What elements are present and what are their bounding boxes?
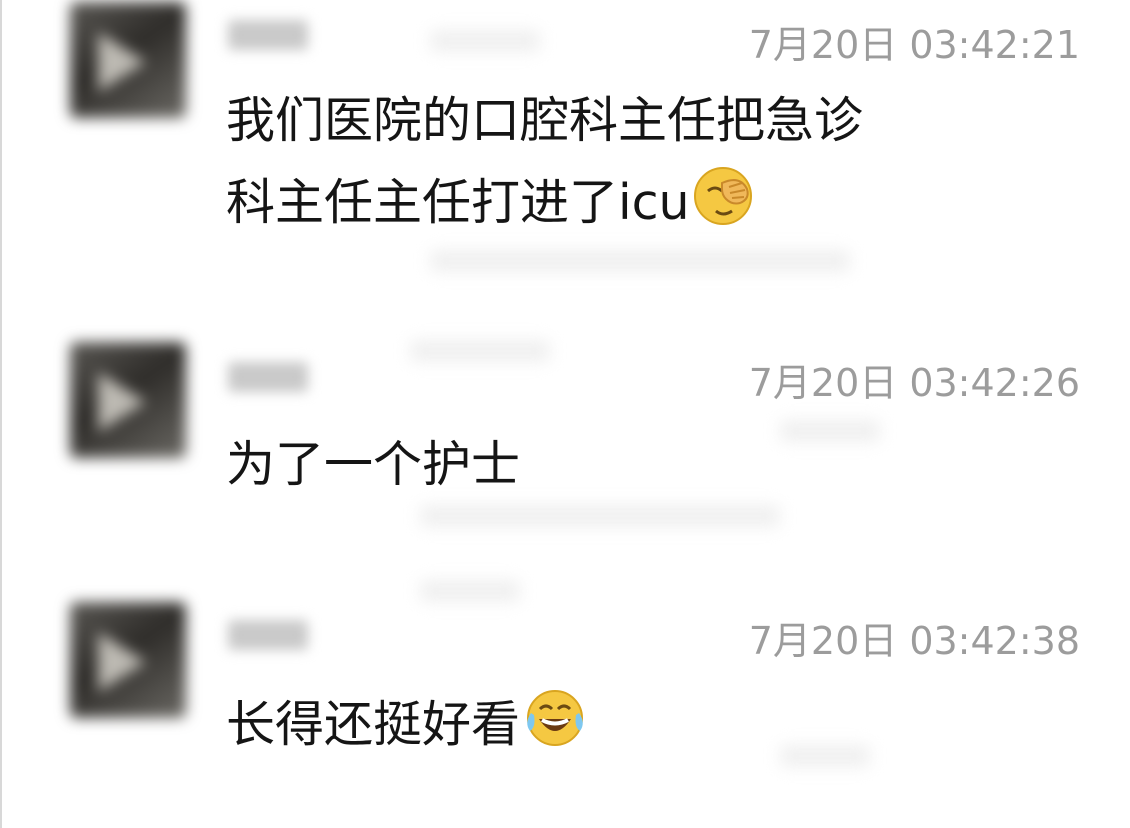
avatar[interactable] [70,342,186,458]
message-text: 为了一个护士 [226,424,1066,506]
left-border [0,0,2,828]
message-line: 我们医院的口腔科主任把急诊 [226,92,864,149]
message-line: 科主任主任打进了icu [226,162,1066,252]
message-timestamp: 7月20日 03:42:38 [748,619,1080,663]
avatar-image-shape [98,32,146,92]
message-text: 我们医院的口腔科主任把急诊 科主任主任打进了icu [226,80,1066,252]
chat-screen: 7月20日 03:42:21 我们医院的口腔科主任把急诊 科主任主任打进了icu… [0,0,1130,828]
blurred-artifact [410,340,550,362]
message-timestamp: 7月20日 03:42:21 [748,23,1080,67]
sender-name-blurred [228,20,308,50]
blurred-artifact [420,580,520,602]
avatar[interactable] [70,2,186,118]
message-line: 长得还挺好看 [226,684,1066,774]
sender-name-blurred [228,620,308,650]
blurred-artifact [430,30,540,52]
avatar-image-shape [98,372,146,432]
sender-name-blurred [228,362,308,392]
blurred-artifact [430,250,850,272]
avatar[interactable] [70,602,186,718]
message-line-text: 科主任主任打进了icu [226,174,690,231]
message-text: 长得还挺好看 [226,684,1066,774]
blurred-artifact [420,505,780,527]
message-line: 为了一个护士 [226,436,521,493]
message-timestamp: 7月20日 03:42:26 [748,361,1080,405]
message-line-text: 长得还挺好看 [226,696,521,753]
facepalm-emoji-icon [692,165,754,252]
tears-of-joy-emoji-icon [522,687,588,774]
avatar-image-shape [98,632,146,692]
